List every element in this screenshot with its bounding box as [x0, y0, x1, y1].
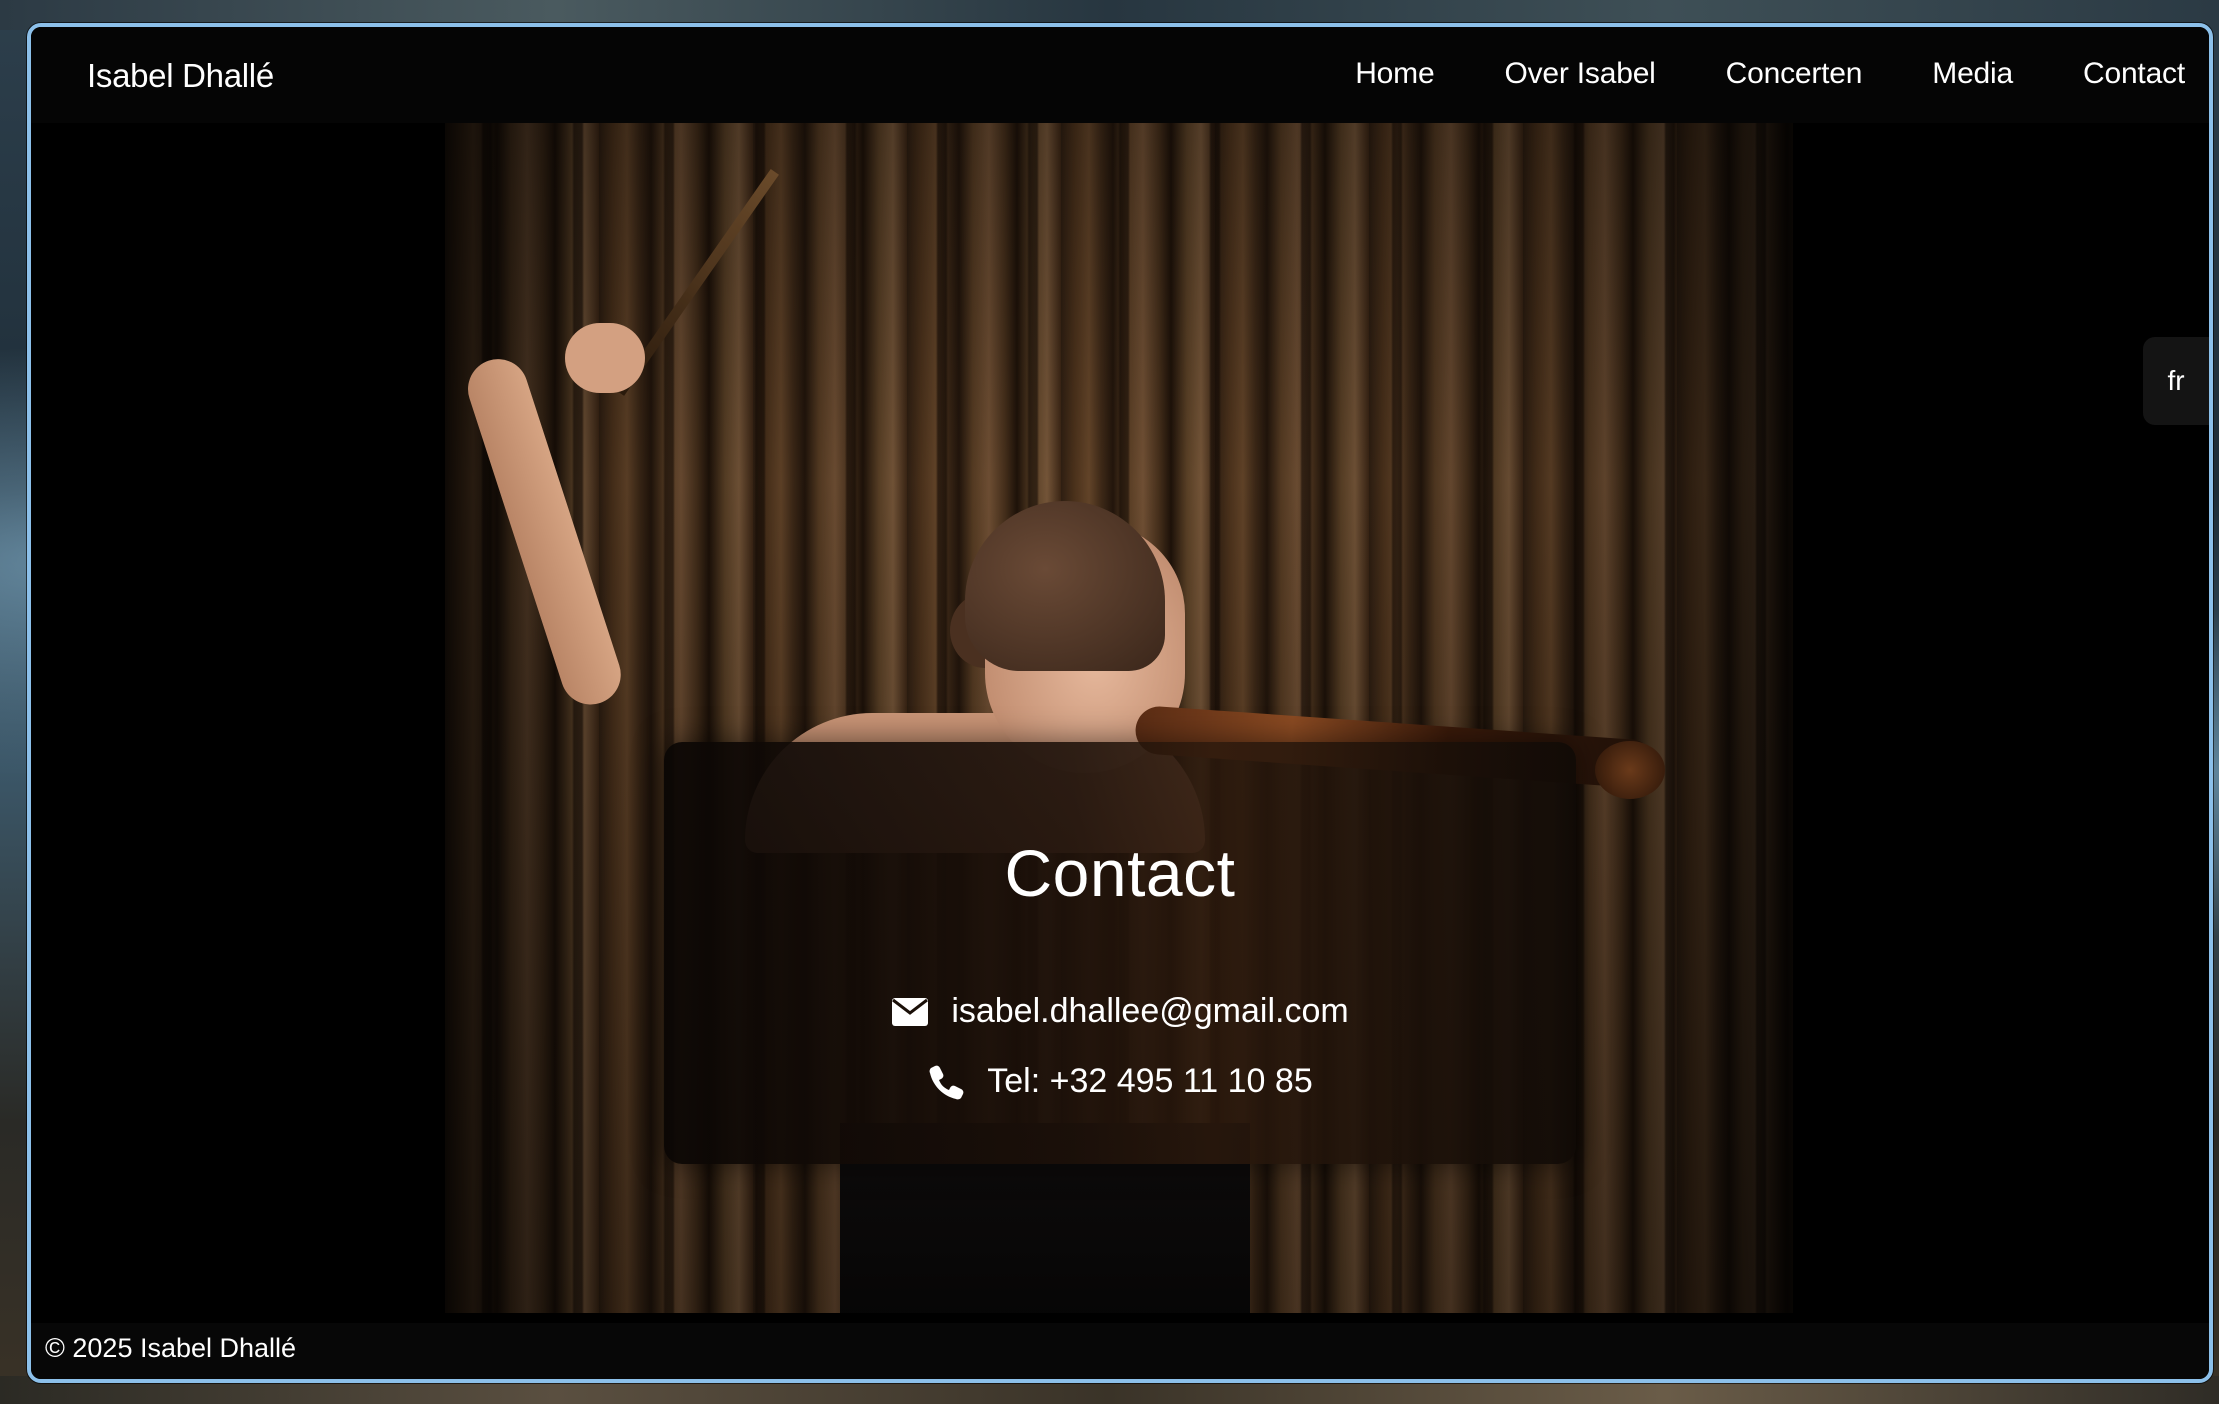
nav-item-concerten[interactable]: Concerten [1726, 57, 1863, 91]
nav-item-over-isabel[interactable]: Over Isabel [1504, 57, 1655, 91]
brand-logo[interactable]: Isabel Dhallé [87, 57, 274, 95]
footer: © 2025 Isabel Dhallé [31, 1323, 2209, 1379]
phone-icon [927, 1063, 965, 1101]
nav-item-home[interactable]: Home [1355, 57, 1434, 91]
phone-row: Tel: +32 495 11 10 85 [664, 1062, 1576, 1101]
violin-scroll [1595, 741, 1665, 799]
phone-link[interactable]: Tel: +32 495 11 10 85 [987, 1062, 1312, 1101]
nav-item-contact[interactable]: Contact [2083, 57, 2185, 91]
envelope-icon [891, 993, 929, 1031]
performer-hair [965, 501, 1165, 671]
browser-window: Isabel Dhallé Home Over Isabel Concerten… [27, 23, 2213, 1383]
navbar: Isabel Dhallé Home Over Isabel Concerten… [31, 27, 2209, 123]
hand [565, 323, 645, 393]
email-link[interactable]: isabel.dhallee@gmail.com [951, 992, 1348, 1031]
email-row: isabel.dhallee@gmail.com [664, 992, 1576, 1031]
language-toggle[interactable]: fr [2143, 337, 2209, 425]
contact-card: Contact isabel.dhallee@gmail.com Tel: +3… [664, 742, 1576, 1164]
nav-item-media[interactable]: Media [1932, 57, 2013, 91]
contact-title: Contact [1004, 836, 1236, 910]
main-nav: Home Over Isabel Concerten Media Contact [1285, 57, 2185, 91]
copyright-text: © 2025 Isabel Dhallé [45, 1333, 297, 1363]
raised-arm [460, 351, 629, 713]
